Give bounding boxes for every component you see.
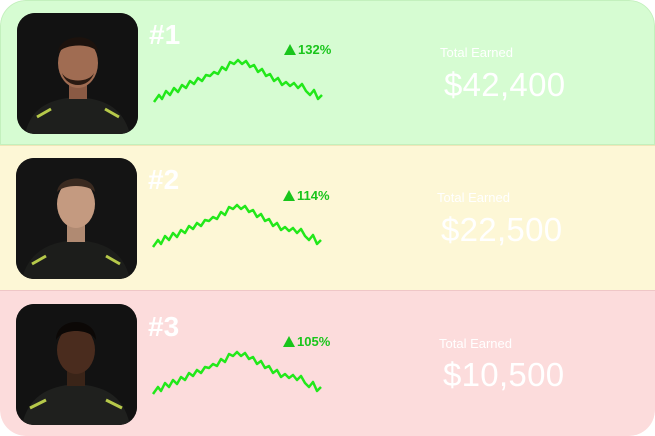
earned-amount: $22,500 — [441, 211, 563, 248]
sparkline-chart — [151, 350, 322, 395]
player-avatar — [17, 13, 138, 134]
change-percent: 105% — [297, 334, 331, 349]
sparkline-chart — [152, 58, 323, 103]
player-avatar — [16, 304, 137, 425]
change-indicator: 114% — [283, 189, 330, 203]
up-triangle-icon — [283, 336, 295, 347]
up-triangle-icon — [284, 44, 296, 55]
change-indicator: 132% — [284, 43, 331, 57]
rank-label: #2 — [148, 164, 180, 195]
earned-label: Total Earned — [440, 45, 513, 60]
earned-label: Total Earned — [439, 336, 512, 351]
change-percent: 114% — [297, 188, 330, 203]
leaderboard-row-1[interactable]: #1 132% Total Earned $42,400 — [0, 0, 655, 145]
earned-label: Total Earned — [437, 190, 510, 205]
up-triangle-icon — [283, 190, 295, 201]
leaderboard-row-2[interactable]: #2 114% Total Earned $22,500 — [0, 145, 655, 290]
rank-label: #1 — [149, 19, 181, 50]
sparkline-chart — [151, 203, 322, 248]
change-percent: 132% — [298, 42, 332, 57]
change-indicator: 105% — [283, 335, 330, 349]
rank-label: #3 — [148, 311, 180, 342]
leaderboard-row-3[interactable]: #3 105% Total Earned $10,500 — [0, 290, 655, 436]
leaderboard: #1 132% Total Earned $42,400 #2 114% Tot… — [0, 0, 655, 436]
earned-amount: $42,400 — [444, 66, 566, 103]
earned-amount: $10,500 — [443, 356, 565, 393]
player-avatar — [16, 158, 137, 279]
